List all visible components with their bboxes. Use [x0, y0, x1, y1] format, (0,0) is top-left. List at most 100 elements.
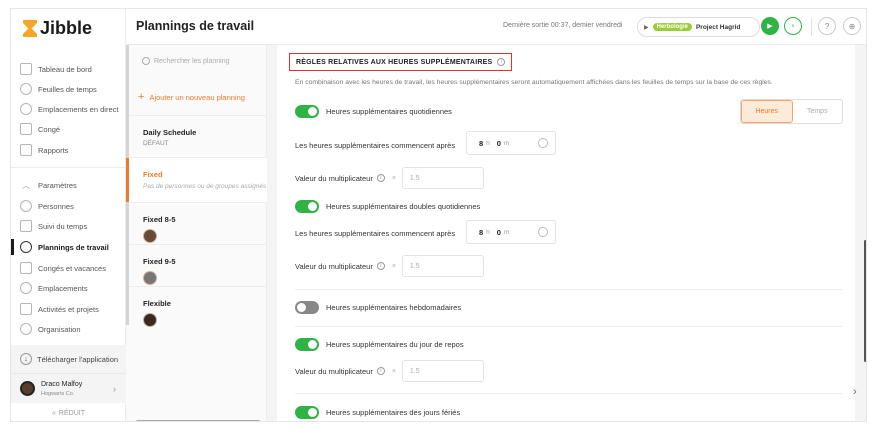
sidebar-item-organisation[interactable]: Organisation	[20, 320, 81, 338]
chevron-right-icon: ›	[113, 384, 116, 394]
sidebar-item-people[interactable]: Personnes	[20, 197, 74, 215]
daily-multiplier-input[interactable]: 1.5	[401, 167, 484, 189]
avatar	[143, 271, 157, 285]
plus-icon: +	[138, 91, 145, 103]
avatar	[143, 229, 157, 243]
sidebar-item-live-locations[interactable]: Emplacements en direct	[20, 100, 118, 118]
sidebar-item-reports[interactable]: Rapports	[20, 141, 68, 159]
clock-in-button[interactable]: ▶	[761, 17, 779, 35]
report-icon	[20, 144, 32, 156]
download-app-button[interactable]: ↓ Télécharger l'application	[11, 345, 126, 373]
divider	[811, 18, 812, 36]
section-description: En combinaison avec les heures de travai…	[295, 79, 773, 86]
location-icon	[20, 282, 32, 294]
clock-icon	[20, 83, 32, 95]
info-icon[interactable]: i	[376, 262, 385, 270]
hours-unit: h	[486, 228, 490, 236]
daily-overtime-row: Heures supplémentaires quotidiennes	[295, 105, 452, 118]
page-title: Plannings de travail	[136, 19, 255, 33]
mode-hours-button[interactable]: Heures	[741, 100, 793, 123]
double-start-label: Les heures supplémentaires commencent ap…	[295, 229, 456, 238]
jibble-logo-icon	[23, 20, 37, 37]
daily-overtime-label: Heures supplémentaires quotidiennes	[326, 107, 452, 116]
holiday-overtime-row: Heures supplémentaires des jours fériés	[295, 406, 460, 419]
info-icon[interactable]: i	[376, 367, 385, 375]
play-icon: ▶	[767, 23, 773, 30]
daily-overtime-toggle[interactable]	[295, 105, 319, 118]
sidebar-item-label: Personnes	[38, 201, 74, 211]
sidebar-item-leave[interactable]: Congé	[20, 120, 60, 138]
rest-day-overtime-toggle[interactable]	[295, 338, 319, 351]
current-activity-pill[interactable]: ▶ Herbologie Project Hagrid	[637, 17, 760, 37]
project-name: Project Hagrid	[695, 23, 741, 31]
divider	[295, 289, 842, 290]
rest-day-multiplier-input[interactable]: 1.5	[401, 360, 484, 382]
schedule-item-fixed[interactable]: Fixed Pas de personnes ou de groupes ass…	[126, 157, 267, 202]
rest-day-overtime-label: Heures supplémentaires du jour de repos	[326, 340, 464, 349]
double-start-time-input[interactable]: 8h 0m	[466, 220, 556, 244]
sidebar-item-label: Plannings de travail	[38, 242, 109, 252]
sidebar-item-holidays[interactable]: Congés et vacances	[20, 259, 106, 277]
time-tracking-icon	[20, 220, 32, 232]
weekly-overtime-label: Heures supplémentaires hebdomadaires	[326, 303, 462, 312]
multiply-icon: ×	[391, 174, 396, 182]
mode-time-button[interactable]: Temps	[793, 100, 843, 123]
user-menu[interactable]: Draco Malfoy Hogwarts Co. ›	[11, 373, 126, 403]
collapse-sidebar-button[interactable]: « RÉDUIT	[11, 403, 126, 421]
divider	[11, 167, 126, 168]
sidebar-item-label: Feuilles de temps	[38, 84, 97, 94]
holiday-overtime-toggle[interactable]	[295, 406, 319, 419]
sidebar-item-settings[interactable]: ︿ Paramètres	[20, 176, 77, 194]
avatar	[143, 313, 157, 327]
hours-value: 8	[479, 227, 484, 237]
sidebar-item-work-schedules[interactable]: Plannings de travail	[11, 238, 109, 256]
schedule-search[interactable]: Rechercher les planning	[142, 57, 230, 65]
location-icon	[20, 103, 32, 115]
sidebar-item-label: Tableau de bord	[38, 64, 92, 74]
sidebar-item-dashboard[interactable]: Tableau de bord	[20, 60, 92, 78]
hours-value: 8	[479, 138, 484, 148]
minutes-unit: m	[503, 228, 510, 236]
sidebar-item-timesheets[interactable]: Feuilles de temps	[20, 80, 97, 98]
clock-icon	[538, 138, 548, 148]
info-icon[interactable]: i	[376, 174, 385, 182]
download-label: Télécharger l'application	[37, 354, 119, 364]
user-status-button[interactable]: ⍤	[784, 17, 802, 35]
daily-start-time-input[interactable]: 8h 0m	[466, 131, 556, 155]
add-schedule-button[interactable]: + Ajouter un nouveau planning	[138, 91, 245, 103]
vertical-scrollbar[interactable]	[864, 240, 866, 362]
daily-start-label: Les heures supplémentaires commencent ap…	[295, 141, 456, 150]
sidebar-item-activities[interactable]: Activités et projets	[20, 300, 99, 318]
chevron-right-icon[interactable]: ›	[853, 386, 857, 398]
sidebar: Jibble Tableau de bord Feuilles de temps…	[11, 9, 126, 421]
schedule-icon	[20, 241, 32, 253]
user-name: Draco Malfoy	[41, 381, 83, 388]
info-icon[interactable]: i	[497, 58, 506, 66]
schedule-item-daily[interactable]: Daily Schedule DÉFAUT	[129, 115, 267, 157]
sidebar-item-time-tracking[interactable]: Suivi du temps	[20, 217, 87, 235]
schedule-item-flexible[interactable]: Flexible	[129, 286, 267, 328]
overtime-rules-card: RÈGLES RELATIVES AUX HEURES SUPPLÉMENTAI…	[277, 45, 855, 421]
gift-button[interactable]: ⊕	[843, 17, 861, 35]
sidebar-item-locations[interactable]: Emplacements	[20, 279, 88, 297]
app-window: Jibble Tableau de bord Feuilles de temps…	[10, 8, 867, 422]
search-placeholder: Rechercher les planning	[154, 57, 230, 65]
schedule-item-fixed-9-5[interactable]: Fixed 9-5	[129, 244, 267, 286]
logo[interactable]: Jibble	[23, 18, 92, 39]
sidebar-item-label: Suivi du temps	[38, 221, 88, 231]
double-multiplier-input[interactable]: 1.5	[401, 255, 484, 277]
double-overtime-row: Heures supplémentaires doubles quotidien…	[295, 200, 480, 213]
tag-icon	[20, 303, 32, 315]
sidebar-item-label: Activités et projets	[38, 304, 99, 314]
double-overtime-label: Heures supplémentaires doubles quotidien…	[326, 202, 481, 211]
horizontal-scrollbar[interactable]	[136, 420, 260, 421]
help-button[interactable]: ?	[818, 17, 836, 35]
collapse-label: RÉDUIT	[58, 409, 85, 417]
rest-day-overtime-row: Heures supplémentaires du jour de repos	[295, 338, 464, 351]
double-overtime-toggle[interactable]	[295, 200, 319, 213]
rest-day-multiplier-row: Valeur du multiplicateur i × 1.5	[295, 360, 484, 382]
weekly-overtime-toggle[interactable]	[295, 301, 319, 314]
schedule-item-fixed-8-5[interactable]: Fixed 8-5	[129, 202, 267, 244]
double-chevron-left-icon: «	[52, 409, 56, 417]
multiply-icon: ×	[391, 262, 396, 270]
